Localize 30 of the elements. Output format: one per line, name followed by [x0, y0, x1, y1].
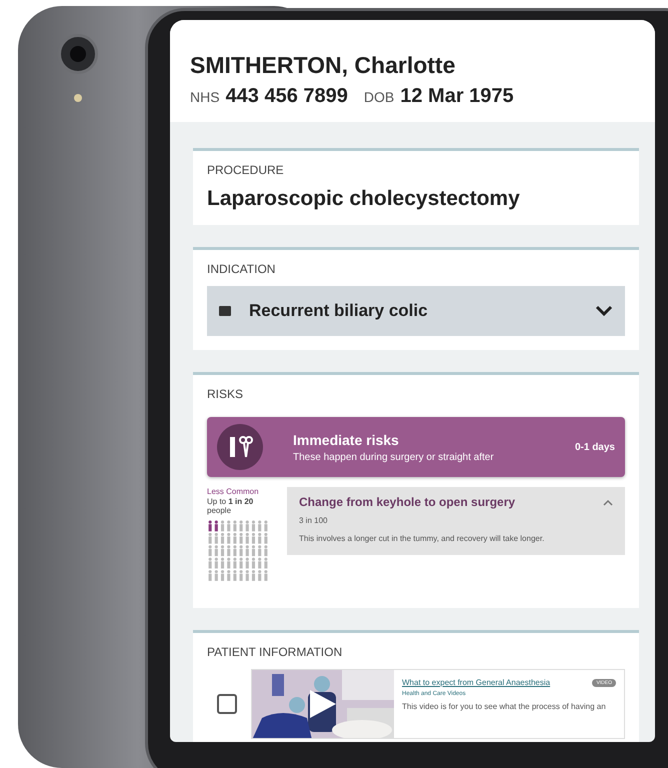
- section-label: PROCEDURE: [207, 163, 285, 177]
- risk-odds: 3 in 100: [299, 515, 328, 527]
- patient-name: SMITHERTON, Charlotte: [190, 52, 456, 79]
- people-pictogram-drawing: [207, 520, 269, 584]
- flash-icon: [74, 94, 82, 102]
- dob-label: DOB: [364, 89, 394, 105]
- indication-dropdown[interactable]: Recurrent biliary colic: [207, 286, 625, 336]
- frequency-label: Less Common: [207, 487, 260, 496]
- surgical-tools-icon: [217, 424, 263, 470]
- chevron-icon: [595, 305, 613, 317]
- risk-group-title: Immediate risks: [293, 432, 400, 448]
- section-label: PATIENT INFORMATION: [207, 645, 344, 659]
- risk-group-banner[interactable]: Immediate risks These happen during surgery or straight after 0-1 days: [207, 417, 625, 477]
- video-title-link[interactable]: What to expect from General Anaesthesia: [402, 678, 550, 687]
- procedure-name: Laparoscopic cholecystectomy: [207, 187, 521, 211]
- video-description: This video is for you to see what the process of having an: [402, 701, 607, 713]
- frequency-rate: Up to 1 in 20 people: [207, 497, 254, 515]
- play-icon[interactable]: [308, 688, 338, 720]
- section-label: RISKS: [207, 387, 244, 401]
- section-label: INDICATION: [207, 262, 276, 276]
- square-icon: [219, 306, 231, 316]
- date-of-birth: 12 Mar 1975: [400, 85, 514, 108]
- risk-group-subtitle: These happen during surgery or straight after: [293, 452, 495, 462]
- nhs-label: NHS: [190, 89, 220, 105]
- risk-timing: 0-1 days: [574, 442, 615, 452]
- chevron-icon[interactable]: [603, 498, 613, 506]
- checkbox[interactable]: [217, 694, 237, 714]
- risk-description: This involves a longer cut in the tummy, and recovery will take longer.: [299, 533, 546, 545]
- nhs-number: 443 456 7899: [226, 85, 348, 108]
- risk-title: Change from keyhole to open surgery: [299, 495, 516, 509]
